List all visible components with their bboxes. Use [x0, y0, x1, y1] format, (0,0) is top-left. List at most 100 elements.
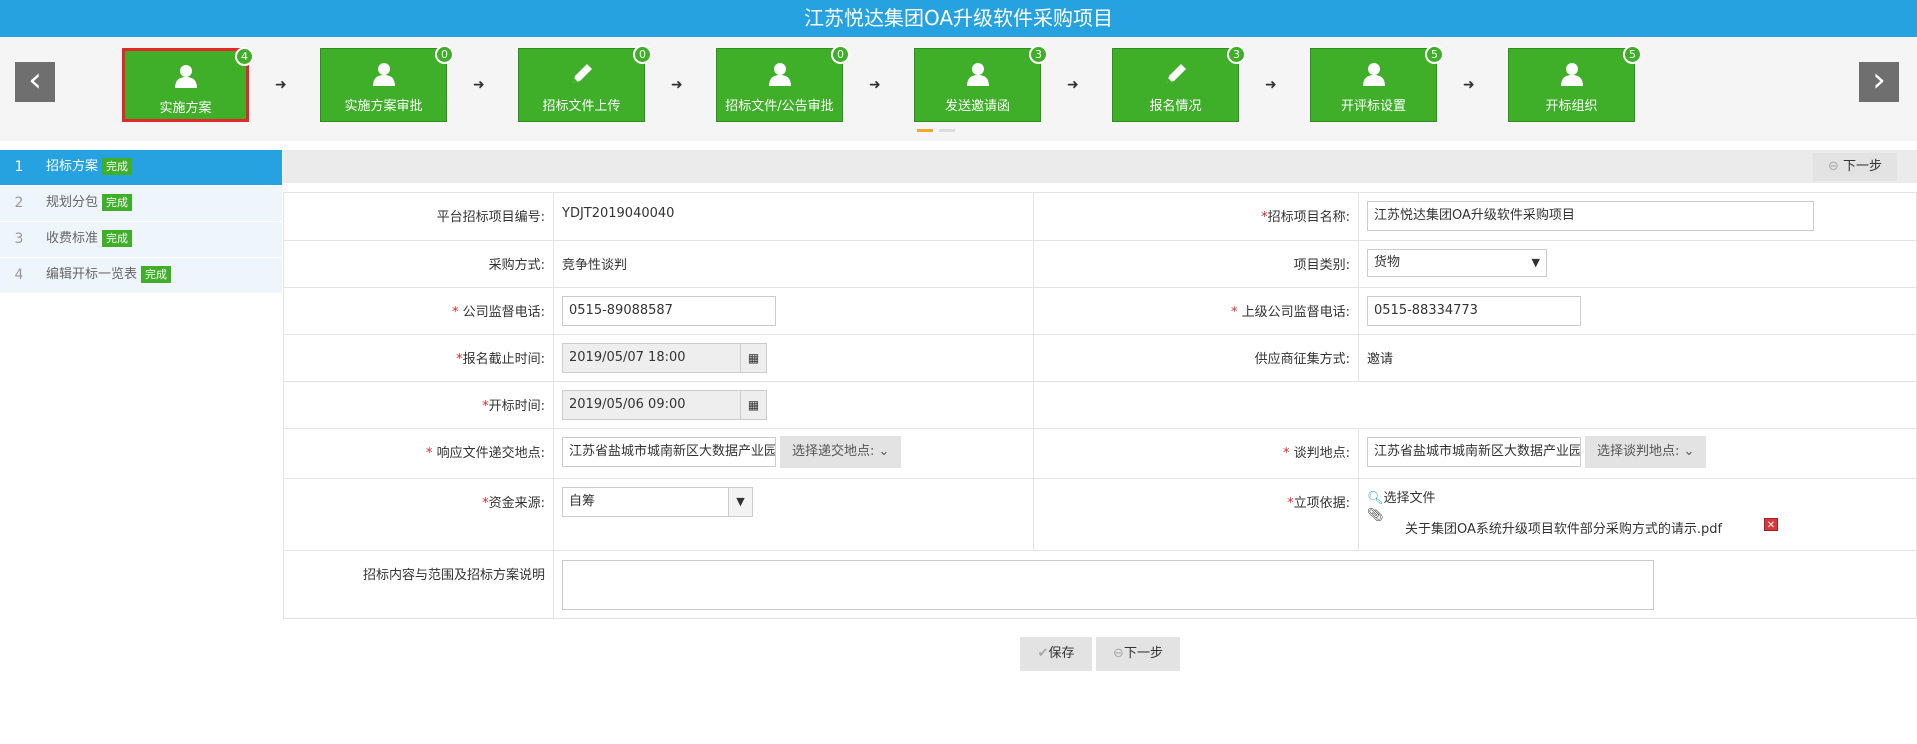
user-icon [371, 61, 397, 87]
sidebar-item-number: 2 [14, 195, 24, 211]
sidebar-item-number: 4 [14, 267, 24, 283]
chevron-down-icon: ⌄ [1683, 444, 1695, 459]
step-label: 发送邀请函 [944, 99, 1010, 114]
sidebar-item-2[interactable]: 2 规划分包 完成 [0, 186, 282, 222]
chevron-down-icon: ▼ [1531, 256, 1540, 269]
step-label: 招标文件/公告审批 [725, 99, 834, 114]
negotiation-place-input[interactable]: 江苏省盐城市城南新区大数据产业园 [1367, 437, 1581, 467]
select-file-link[interactable]: 选择文件 [1384, 491, 1436, 506]
form-header-bar: ⊖ 下一步 [283, 150, 1917, 183]
status-badge: 完成 [102, 230, 133, 247]
deadline-input[interactable]: 2019/05/07 18:00 [562, 343, 741, 373]
company-phone-input[interactable]: 0515-89088587 [562, 296, 776, 326]
select-submit-place-button[interactable]: 选择递交地点: ⌄ [780, 436, 902, 468]
company-phone-label: 公司监督电话: [462, 305, 545, 320]
step-label: 实施方案 [159, 101, 212, 116]
next-steps-button[interactable]: › [1859, 62, 1899, 102]
sidebar-item-4[interactable]: 4 编辑开标一览表 完成 [0, 258, 282, 294]
arrow-right-icon: ➜ [1265, 77, 1277, 93]
arrow-right-icon: ➜ [869, 77, 881, 93]
arrow-right-icon: ➜ [275, 77, 287, 93]
fund-source-label: 资金来源: [488, 496, 545, 511]
chevron-down-icon[interactable]: ▼ [728, 488, 752, 516]
sidebar-item-number: 1 [14, 159, 24, 175]
submit-place-input[interactable]: 江苏省盐城市城南新区大数据产业园 [562, 437, 776, 467]
user-icon [767, 61, 793, 87]
basis-label: 立项依据: [1293, 496, 1350, 511]
step-8[interactable]: 开标组织 5 [1508, 45, 1642, 122]
save-button[interactable]: ✔保存 [1020, 637, 1092, 671]
project-name-label: 招标项目名称: [1267, 210, 1350, 225]
scope-textarea[interactable] [562, 560, 1654, 610]
paperclip-icon: 📎︎ [1367, 508, 1384, 523]
step-label: 开标组织 [1545, 99, 1598, 114]
pager-dot-active[interactable] [917, 129, 933, 132]
user-icon [173, 63, 199, 89]
next-step-button-top[interactable]: ⊖ 下一步 [1813, 153, 1897, 181]
step-label: 报名情况 [1149, 99, 1202, 114]
user-icon [1361, 61, 1387, 87]
step-count-badge: 0 [435, 45, 454, 64]
step-2[interactable]: 实施方案审批 0 [320, 45, 454, 122]
bid-plan-form: 平台招标项目编号: YDJT2019040040 *招标项目名称: 江苏悦达集团… [283, 192, 1917, 619]
purchase-method-label: 采购方式: [283, 240, 554, 288]
page-title: 江苏悦达集团OA升级软件采购项目 [0, 0, 1917, 37]
project-no-label: 平台招标项目编号: [283, 192, 554, 241]
project-no-value: YDJT2019040040 [553, 192, 1034, 241]
next-step-button[interactable]: ⊖下一步 [1096, 637, 1180, 671]
step-5[interactable]: 发送邀请函 3 [914, 45, 1048, 122]
sidebar-nav: 1 招标方案 完成 2 规划分包 完成 3 收费标准 完成 4 编辑开标一览表 完成 [0, 150, 282, 294]
supplier-method-value: 邀请 [1358, 334, 1917, 382]
step-4[interactable]: 招标文件/公告审批 0 [716, 45, 850, 122]
parent-phone-input[interactable]: 0515-88334773 [1367, 296, 1581, 326]
user-icon [965, 61, 991, 87]
attached-file: 📎︎ 关于集团OA系统升级项目软件部分采购方式的请示.pdf ✕ [1367, 508, 1908, 542]
step-count-badge: 5 [1425, 45, 1444, 64]
step-count-badge: 0 [831, 45, 850, 64]
step-label: 招标文件上传 [542, 99, 621, 114]
submit-place-label: 响应文件递交地点: [436, 446, 545, 461]
step-6[interactable]: 报名情况 3 [1112, 45, 1246, 122]
status-badge: 完成 [102, 158, 133, 175]
project-name-input[interactable]: 江苏悦达集团OA升级软件采购项目 [1367, 201, 1814, 231]
user-icon [1559, 61, 1585, 87]
step-label: 开评标设置 [1340, 99, 1406, 114]
prev-steps-button[interactable]: ‹ [15, 62, 55, 102]
sidebar-item-label: 收费标准 [46, 231, 99, 246]
check-icon: ✔ [1037, 646, 1049, 661]
sidebar-item-number: 3 [14, 231, 24, 247]
step-count-badge: 3 [1029, 45, 1048, 64]
sidebar-item-1[interactable]: 1 招标方案 完成 [0, 150, 282, 186]
calendar-icon[interactable]: ▦ [741, 390, 767, 420]
scope-label: 招标内容与范围及招标方案说明 [283, 550, 554, 619]
step-7[interactable]: 开评标设置 5 [1310, 45, 1444, 122]
project-type-select[interactable]: 货物 ▼ [1367, 249, 1547, 277]
step-label: 实施方案审批 [344, 99, 423, 114]
chevron-down-icon: ⌄ [878, 444, 890, 459]
fund-source-combo[interactable]: 自筹 ▼ [562, 487, 753, 517]
arrow-right-icon: ➜ [1463, 77, 1475, 93]
workflow-steps-bar: ‹ › 实施方案 4 ➜ 实施方案审批 0 ➜ 招标文件上传 0 ➜ 招标文件/公告审批 0 ➜ 发送邀… [0, 37, 1917, 141]
sidebar-item-3[interactable]: 3 收费标准 完成 [0, 222, 282, 258]
sidebar-item-label: 招标方案 [46, 159, 99, 174]
open-time-input[interactable]: 2019/05/06 09:00 [562, 390, 741, 420]
open-time-label: 开标时间: [488, 399, 545, 414]
next-icon: ⊖ [1827, 159, 1839, 174]
file-name[interactable]: 关于集团OA系统升级项目软件部分采购方式的请示.pdf [1405, 518, 1722, 537]
purchase-method-value: 竞争性谈判 [553, 240, 1034, 288]
pencil-icon [569, 61, 595, 87]
arrow-right-icon: ➜ [473, 77, 485, 93]
project-type-label: 项目类别: [1033, 240, 1359, 288]
step-3[interactable]: 招标文件上传 0 [518, 45, 652, 122]
delete-file-icon[interactable]: ✕ [1764, 518, 1778, 531]
parent-phone-label: 上级公司监督电话: [1241, 305, 1350, 320]
deadline-label: 报名截止时间: [462, 352, 545, 367]
sidebar-item-label: 编辑开标一览表 [46, 267, 138, 282]
pager-dot[interactable] [939, 129, 955, 132]
status-badge: 完成 [102, 194, 133, 211]
step-count-badge: 0 [633, 45, 652, 64]
step-1[interactable]: 实施方案 4 [122, 47, 254, 122]
select-negotiation-place-button[interactable]: 选择谈判地点: ⌄ [1585, 436, 1707, 468]
calendar-icon[interactable]: ▦ [741, 343, 767, 373]
arrow-right-icon: ➜ [671, 77, 683, 93]
